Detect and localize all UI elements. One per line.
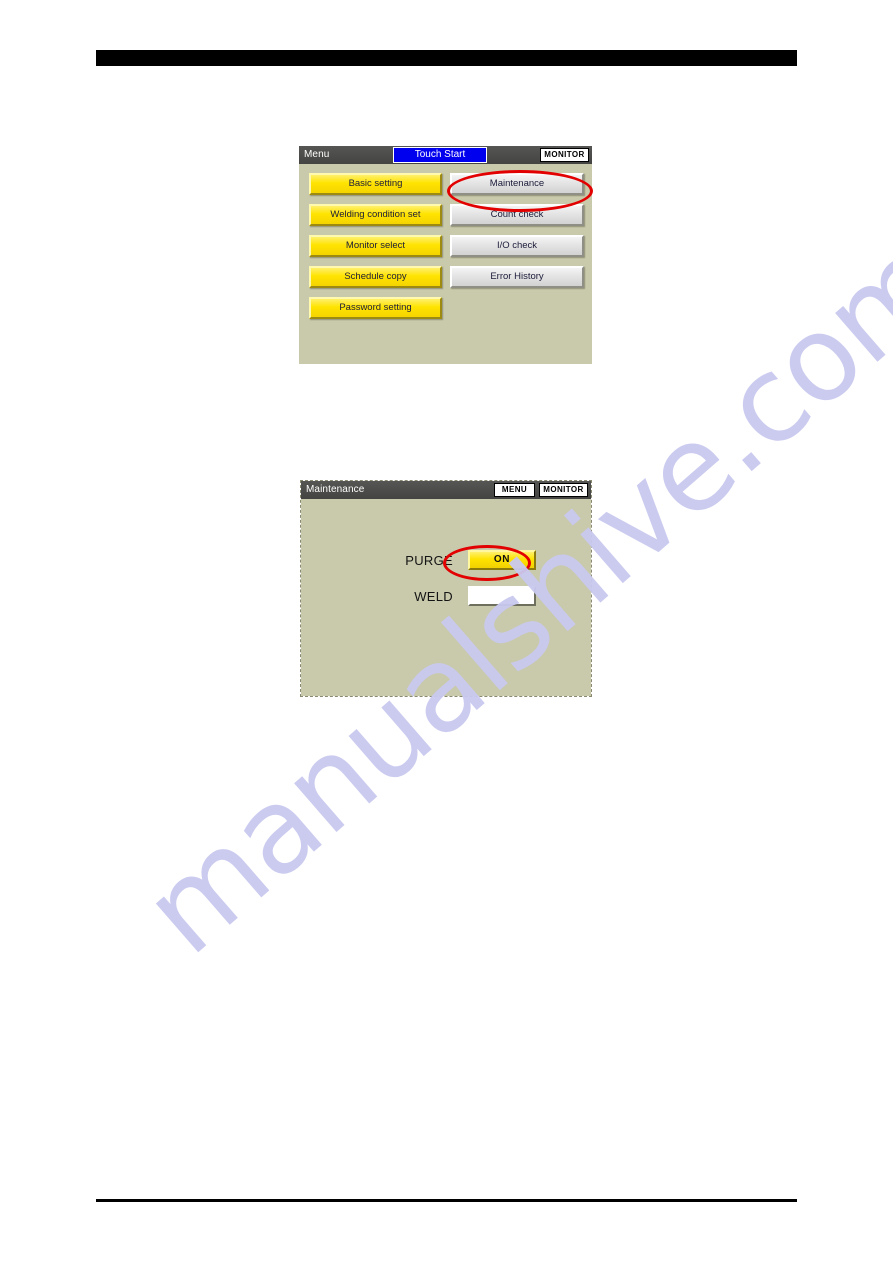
menu-button-error-history[interactable]: Error History: [450, 266, 584, 288]
menu-right-button-column: Maintenance Count check I/O check Error …: [450, 173, 584, 288]
menu-button-monitor-select[interactable]: Monitor select: [309, 235, 442, 257]
weld-label: WELD: [414, 588, 453, 604]
menu-button-io-check[interactable]: I/O check: [450, 235, 584, 257]
maintenance-row-purge: PURGE ON: [385, 550, 536, 570]
maintenance-screen: Maintenance MENU MONITOR PURGE ON WELD: [300, 480, 592, 697]
menu-button-basic-setting[interactable]: Basic setting: [309, 173, 442, 195]
maintenance-row-weld: WELD: [385, 586, 536, 606]
menu-button-schedule-copy[interactable]: Schedule copy: [309, 266, 442, 288]
menu-screen-title: Menu: [304, 149, 330, 160]
maintenance-screen-title: Maintenance: [306, 484, 365, 495]
monitor-button[interactable]: MONITOR: [539, 483, 588, 497]
page-footer-rule: [96, 1199, 797, 1202]
menu-left-button-column: Basic setting Welding condition set Moni…: [309, 173, 442, 319]
purge-state-field[interactable]: ON: [468, 550, 536, 570]
menu-screen-titlebar: Menu Touch Start MONITOR: [299, 146, 592, 164]
touch-start-button[interactable]: Touch Start: [393, 147, 487, 163]
maintenance-screen-titlebar: Maintenance MENU MONITOR: [301, 481, 591, 499]
page-header-rule: [96, 50, 797, 66]
menu-button[interactable]: MENU: [494, 483, 535, 497]
purge-label: PURGE: [405, 552, 453, 568]
menu-button-welding-condition-set[interactable]: Welding condition set: [309, 204, 442, 226]
menu-button-maintenance[interactable]: Maintenance: [450, 173, 584, 195]
weld-state-field[interactable]: [468, 586, 536, 606]
menu-screen: Menu Touch Start MONITOR Basic setting W…: [299, 146, 592, 364]
menu-button-password-setting[interactable]: Password setting: [309, 297, 442, 319]
monitor-button[interactable]: MONITOR: [540, 148, 589, 162]
menu-button-count-check[interactable]: Count check: [450, 204, 584, 226]
